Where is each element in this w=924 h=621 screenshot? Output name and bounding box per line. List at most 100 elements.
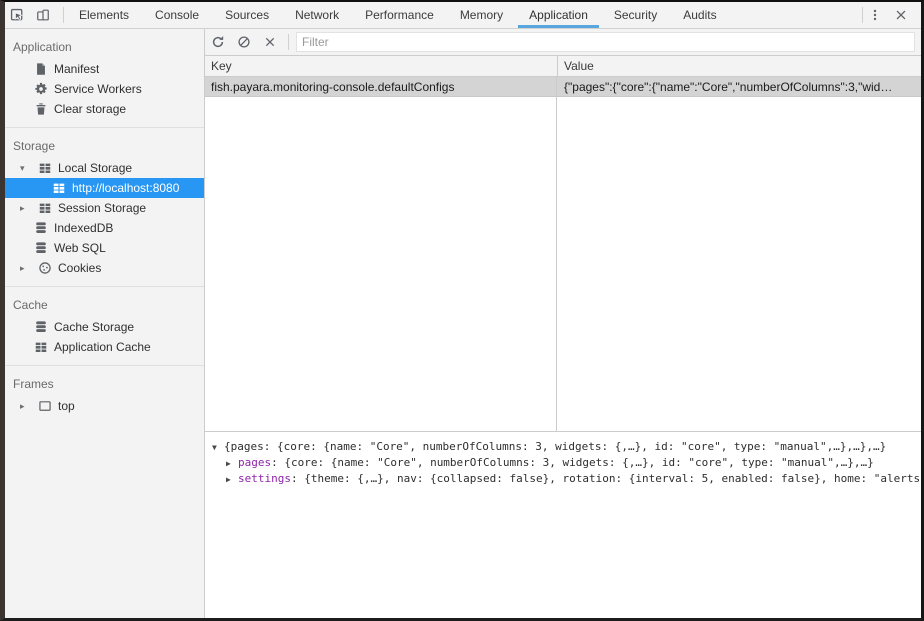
json-preview-text: : {theme: {,…}, nav: {collapsed: false},…: [291, 472, 921, 485]
sidebar-item-indexeddb[interactable]: IndexedDB: [5, 218, 204, 238]
sidebar-item-label: Manifest: [54, 62, 99, 76]
datagrid-body: fish.payara.monitoring-console.defaultCo…: [205, 77, 921, 431]
disclosure-closed-icon[interactable]: ▶: [226, 456, 231, 472]
sidebar-item-http-localhost-8080[interactable]: http://localhost:8080: [5, 178, 204, 198]
json-preview-line[interactable]: ▼ {pages: {core: {name: "Core", numberOfC…: [209, 439, 917, 455]
block-icon: [237, 35, 251, 49]
column-resize-divider[interactable]: [556, 77, 557, 431]
value-preview-pane: ▼ {pages: {core: {name: "Core", numberOfC…: [205, 431, 921, 618]
column-header-value: Value: [557, 56, 921, 76]
toolbar-separator: [862, 7, 863, 23]
application-sidebar: Application Manifest Service Workers Clear …: [5, 29, 205, 618]
database-icon: [34, 221, 48, 235]
tab-performance[interactable]: Performance: [352, 2, 447, 28]
storage-panel: Key Value fish.payara.monitoring-console…: [205, 29, 921, 618]
sidebar-item-label: Cookies: [58, 261, 101, 275]
sidebar-item-application-cache[interactable]: Application Cache: [5, 337, 204, 357]
tab-console[interactable]: Console: [142, 2, 212, 28]
disclosure-open-icon[interactable]: ▼: [212, 440, 217, 456]
tab-application[interactable]: Application: [516, 2, 601, 28]
tab-sources[interactable]: Sources: [212, 2, 282, 28]
sidebar-item-label: http://localhost:8080: [72, 181, 179, 195]
sidebar-item-label: Service Workers: [54, 82, 142, 96]
chevron-right-icon[interactable]: ▸: [20, 264, 25, 273]
sidebar-item-label: Cache Storage: [54, 320, 134, 334]
sidebar-section-storage: Storage▾Local Storagehttp://localhost:80…: [5, 128, 204, 287]
sidebar-item-label: Web SQL: [54, 241, 106, 255]
inspect-icon: [10, 8, 24, 22]
toolbar-right-icons: [860, 2, 921, 28]
device-toolbar-button[interactable]: [33, 3, 59, 27]
sidebar-section-application: Application Manifest Service Workers Clear …: [5, 29, 204, 128]
devtools-body: Application Manifest Service Workers Clear …: [5, 29, 921, 618]
storage-value-cell[interactable]: {"pages":{"core":{"name":"Core","numberO…: [557, 77, 921, 96]
close-icon: [894, 8, 908, 22]
database-icon: [34, 320, 48, 334]
sidebar-item-session-storage[interactable]: ▸ Session Storage: [5, 198, 204, 218]
device-toolbar-icon: [36, 8, 50, 22]
trash-icon: [34, 102, 48, 116]
toolbar-left-icons: [5, 2, 61, 28]
inspect-button[interactable]: [7, 3, 33, 27]
clear-icon: [263, 35, 277, 49]
filter-input[interactable]: [296, 32, 915, 52]
json-preview-text: {pages: {core: {name: "Core", numberOfCo…: [224, 440, 886, 453]
database-icon: [34, 241, 48, 255]
tab-security[interactable]: Security: [601, 2, 670, 28]
tab-audits[interactable]: Audits: [670, 2, 729, 28]
toolbar-separator: [288, 34, 289, 50]
clear-button[interactable]: [260, 31, 286, 53]
section-header-cache: Cache: [5, 292, 204, 317]
sidebar-item-clear-storage[interactable]: Clear storage: [5, 99, 204, 119]
sidebar-item-cache-storage[interactable]: Cache Storage: [5, 317, 204, 337]
storage-grid-icon: [38, 161, 52, 175]
disclosure-closed-icon[interactable]: ▶: [226, 472, 231, 488]
devtools-window: ElementsConsoleSourcesNetworkPerformance…: [0, 0, 924, 621]
json-preview-line[interactable]: ▶ pages: {core: {name: "Core", numberOfCo…: [209, 455, 917, 471]
tab-elements[interactable]: Elements: [66, 2, 142, 28]
json-preview-text: : {core: {name: "Core", numberOfColumns:…: [271, 456, 874, 469]
sidebar-item-label: Local Storage: [58, 161, 132, 175]
block-button[interactable]: [234, 31, 260, 53]
tab-strip: ElementsConsoleSourcesNetworkPerformance…: [66, 2, 730, 28]
json-property-name: pages: [238, 456, 271, 469]
close-button[interactable]: [891, 3, 917, 27]
refresh-button[interactable]: [208, 31, 234, 53]
sidebar-item-label: Session Storage: [58, 201, 146, 215]
sidebar-item-label: Application Cache: [54, 340, 151, 354]
column-header-key: Key: [205, 56, 557, 76]
kebab-menu-button[interactable]: [865, 3, 891, 27]
section-header-frames: Frames: [5, 371, 204, 396]
devtools-tabbar: ElementsConsoleSourcesNetworkPerformance…: [5, 2, 921, 29]
sidebar-item-local-storage[interactable]: ▾ Local Storage: [5, 158, 204, 178]
sidebar-section-frames: Frames▸top: [5, 366, 204, 424]
refresh-icon: [211, 35, 225, 49]
json-property-name: settings: [238, 472, 291, 485]
sidebar-item-service-workers[interactable]: Service Workers: [5, 79, 204, 99]
sidebar-item-manifest[interactable]: Manifest: [5, 59, 204, 79]
section-header-application: Application: [5, 34, 204, 59]
storage-toolbar: [205, 29, 921, 56]
tab-memory[interactable]: Memory: [447, 2, 516, 28]
storage-grid-icon: [34, 340, 48, 354]
tab-network[interactable]: Network: [282, 2, 352, 28]
sidebar-item-top[interactable]: ▸top: [5, 396, 204, 416]
manifest-document-icon: [34, 62, 48, 76]
kebab-menu-icon: [868, 8, 882, 22]
gear-icon: [34, 82, 48, 96]
storage-table-row[interactable]: fish.payara.monitoring-console.defaultCo…: [205, 77, 921, 97]
sidebar-item-label: IndexedDB: [54, 221, 113, 235]
datagrid-header: Key Value: [205, 56, 921, 77]
storage-grid-icon: [38, 201, 52, 215]
sidebar-section-cache: Cache Cache Storage Application Cache: [5, 287, 204, 366]
sidebar-item-label: Clear storage: [54, 102, 126, 116]
chevron-right-icon[interactable]: ▸: [20, 402, 25, 411]
json-preview-line[interactable]: ▶settings: {theme: {,…}, nav: {collapsed…: [209, 471, 917, 487]
storage-grid-icon: [52, 181, 66, 195]
sidebar-item-cookies[interactable]: ▸ Cookies: [5, 258, 204, 278]
chevron-down-icon[interactable]: ▾: [20, 164, 25, 173]
storage-toolbar-buttons: [208, 31, 286, 53]
storage-key-cell[interactable]: fish.payara.monitoring-console.defaultCo…: [205, 77, 557, 96]
chevron-right-icon[interactable]: ▸: [20, 204, 25, 213]
sidebar-item-web-sql[interactable]: Web SQL: [5, 238, 204, 258]
